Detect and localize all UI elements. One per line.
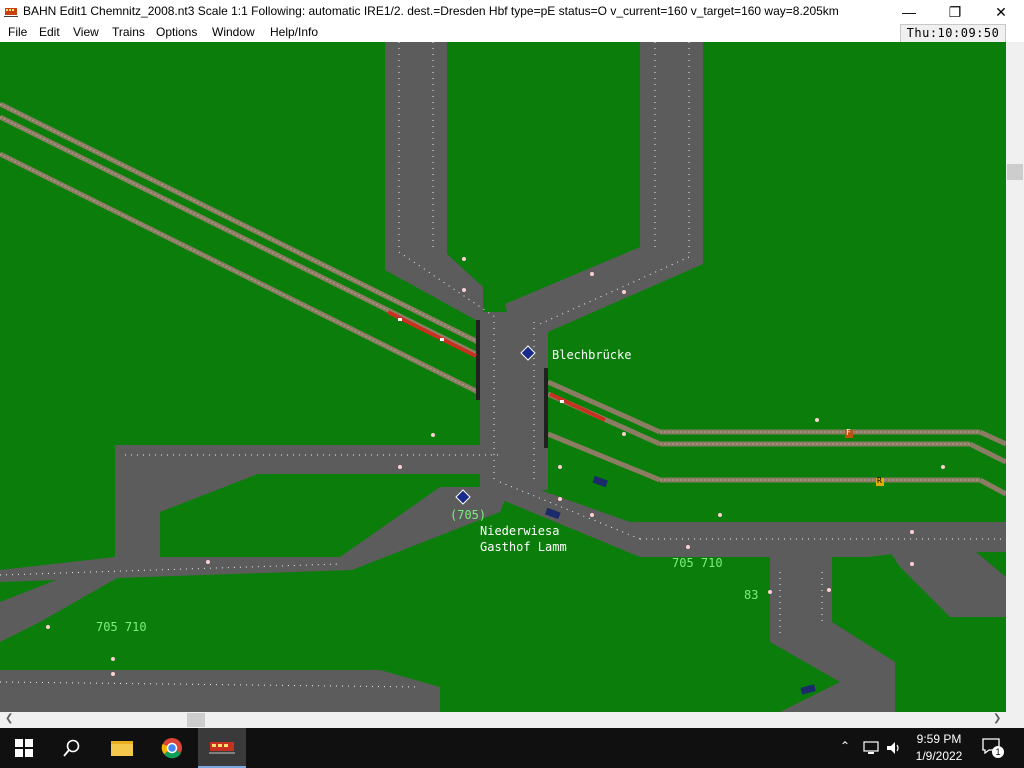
tray-date[interactable]: 1/9/2022 [906,749,972,763]
route-label-east: 705 710 [672,556,723,570]
track-marker-r: R [877,476,882,485]
train-app-icon [4,8,18,17]
station-label-niederwiesa: Niederwiesa [480,524,560,538]
restore-button[interactable]: ❐ [932,0,978,24]
file-explorer-icon [111,741,133,756]
menu-view[interactable]: View [73,25,99,39]
bahn-app-icon [209,742,235,754]
horizontal-scrollbar[interactable]: ❮ ❯ [0,712,1006,728]
scroll-right-icon[interactable]: ❯ [993,713,1001,724]
close-button[interactable]: ✕ [978,0,1024,24]
tray-time[interactable]: 9:59 PM [906,732,972,746]
show-hidden-icons-icon[interactable]: ⌃ [840,739,850,753]
taskbar: ⌃ 9:59 PM 1/9/2022 1 [0,728,1024,768]
track-east-3 [547,431,661,483]
notification-count-badge: 1 [992,746,1004,758]
track-east-1 [546,379,662,435]
chrome-icon [161,738,182,759]
chrome-button[interactable] [148,728,196,768]
route-label-stop: (705) [450,508,487,522]
menu-edit[interactable]: Edit [39,25,60,39]
road-north-right [505,42,703,332]
notification-center-button[interactable]: 1 [982,738,1004,758]
minimize-icon: — [902,4,916,20]
start-button[interactable] [0,728,48,768]
road-north-left [385,42,483,324]
search-icon [63,739,80,757]
bahn-app-button[interactable] [198,728,246,768]
horizontal-scroll-thumb[interactable] [187,713,205,727]
road-bottom [0,670,440,712]
scrollbar-corner [1006,712,1024,728]
station-label-blechbruecke: Blechbrücke [552,348,632,362]
menu-window[interactable]: Window [212,25,255,39]
route-label-west: 705 710 [96,620,147,634]
station-label-gasthof-lamm: Gasthof Lamm [480,540,567,554]
road-south-exit [780,682,860,712]
file-explorer-button[interactable] [98,728,146,768]
railway-map-canvas[interactable]: Blechbrücke Niederwiesa Gasthof Lamm (70… [0,42,1006,712]
simulation-clock: Thu:10:09:50 [900,24,1006,43]
menu-file[interactable]: File [8,25,27,39]
scroll-left-icon[interactable]: ❮ [5,713,13,724]
close-icon: ✕ [995,3,1007,20]
restore-icon: ❐ [948,3,962,20]
window-title: BAHN Edit1 Chemnitz_2008.nt3 Scale 1:1 F… [23,4,839,18]
volume-icon[interactable] [886,740,902,756]
menu-bar: File Edit View Trains Options Window Hel… [0,24,1024,42]
title-bar: BAHN Edit1 Chemnitz_2008.nt3 Scale 1:1 F… [0,0,1024,24]
start-icon [15,739,33,757]
menu-help-info[interactable]: Help/Info [270,25,318,39]
menu-options[interactable]: Options [156,25,197,39]
route-label-83: 83 [744,588,759,602]
road-west-lower [0,487,510,582]
search-button[interactable] [48,728,96,768]
track-marker-f: F [846,428,851,437]
vertical-scrollbar[interactable] [1006,42,1024,712]
menu-trains[interactable]: Trains [112,25,145,39]
network-icon[interactable] [863,741,879,755]
map-graphics [0,42,1006,712]
minimize-button[interactable]: — [886,0,932,24]
vertical-scroll-thumb[interactable] [1007,164,1023,180]
